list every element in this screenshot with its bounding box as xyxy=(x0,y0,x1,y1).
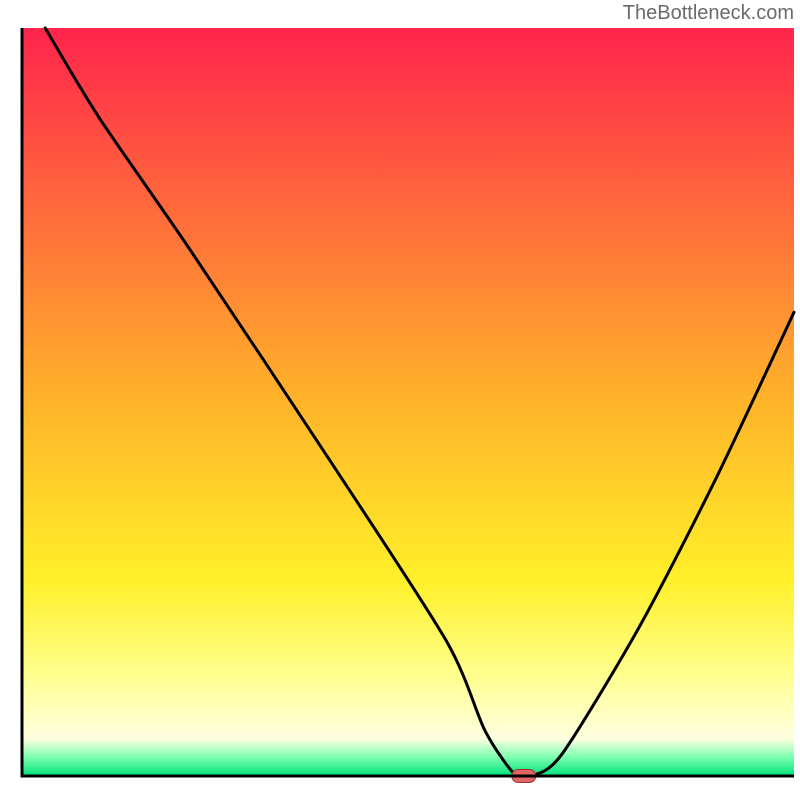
chart-background xyxy=(22,28,794,776)
watermark-text: TheBottleneck.com xyxy=(623,2,794,25)
chart-container: TheBottleneck.com xyxy=(0,0,800,800)
bottleneck-chart xyxy=(0,0,800,800)
